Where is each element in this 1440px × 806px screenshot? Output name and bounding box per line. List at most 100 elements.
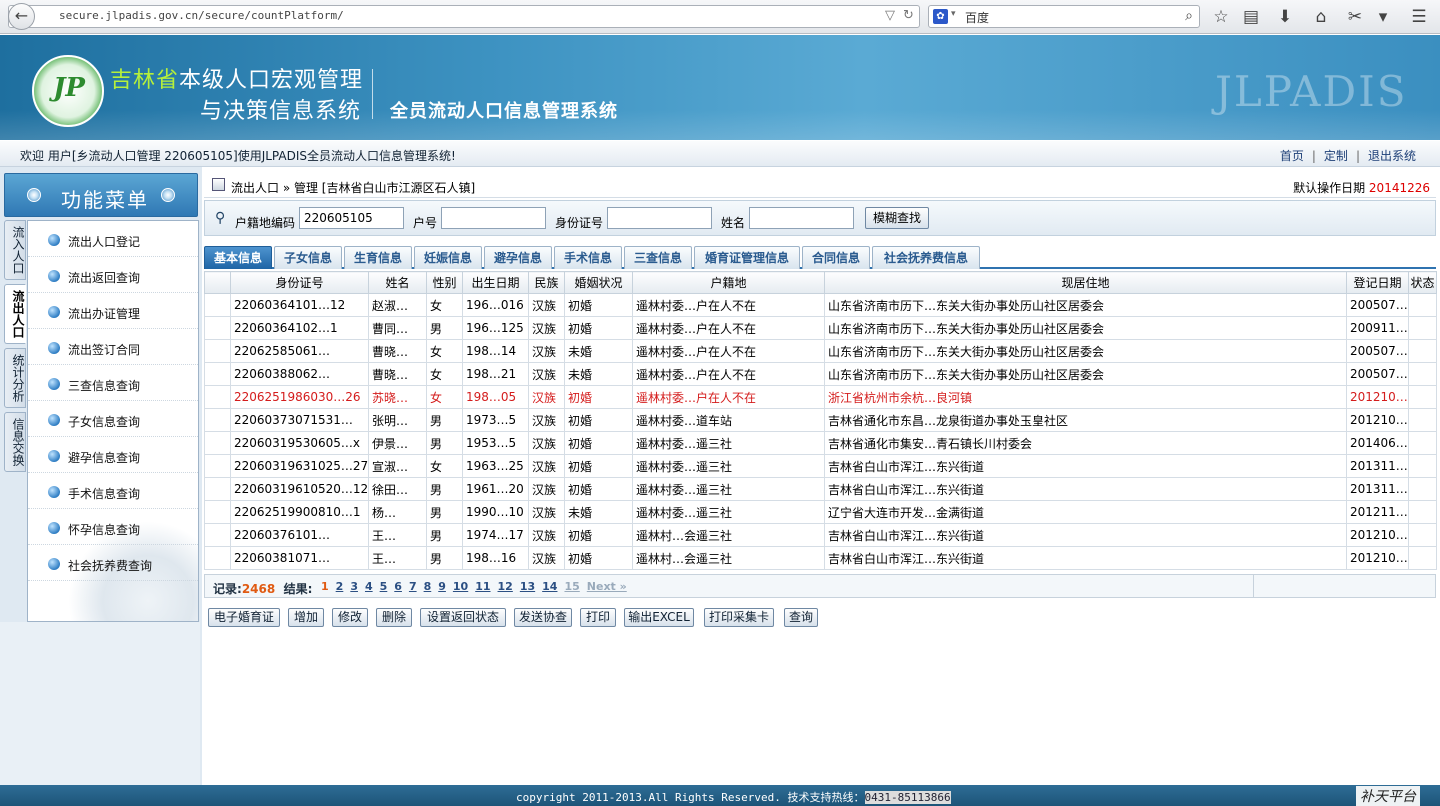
fuzzy-search-button[interactable]: 模糊查找 [865,207,929,229]
table-row[interactable]: 22060376101… 王… 男 1974…17 汉族 初婚 遥林村…会遥三社 吉林省白山市… [204,523,1437,547]
menu-item-social-fee[interactable]: 社会抚养费查询 [28,545,198,581]
tab-pregnancy-info[interactable]: 妊娠信息 [414,246,482,269]
customize-link[interactable]: 定制 [1324,149,1348,163]
column-header[interactable]: 现居住地 [824,271,1347,294]
page-link[interactable]: 3 [350,580,358,593]
column-header[interactable]: 登记日期 [1346,271,1409,294]
table-row[interactable]: 22062519900810…1 杨… 男 1990…10 汉族 未婚 遥林村委…遥三社 辽宁… [204,500,1437,524]
table-row[interactable]: 22062585061… 曹晓… 女 198…14 汉族 未婚 遥林村委…户在人不在 山东省济… [204,339,1437,363]
set-return-status-button[interactable]: 设置返回状态 [420,608,506,627]
column-header[interactable]: 姓名 [368,271,427,294]
page-link[interactable]: 2 [336,580,344,593]
tab-social-fee-info[interactable]: 社会抚养费信息 [872,246,980,269]
table-row[interactable]: 22060364102…1 曹同… 男 196…125 汉族 初婚 遥林村委…户在人不在 山东… [204,316,1437,340]
address-bar[interactable]: secure.jlpadis.gov.cn/secure/countPlatfo… [8,5,920,28]
star-icon[interactable]: ☆ [1210,6,1232,28]
reading-list-icon[interactable]: ▤ [1240,6,1262,28]
search-icon[interactable]: ⌕ [1185,8,1193,24]
sidebar-tab-statistics[interactable]: 统计分析 [4,348,26,408]
table-row[interactable]: 22060319631025…27 宣淑… 女 1963…25 汉族 初婚 遥林村委…遥三社… [204,454,1437,478]
reload-icon[interactable]: ↻ [903,8,914,23]
row-select-cell[interactable] [204,339,231,363]
next-page-link[interactable]: Next » [587,580,627,593]
column-header[interactable]: 户籍地 [632,271,825,294]
page-link[interactable]: 7 [409,580,417,593]
page-link[interactable]: 9 [438,580,446,593]
sidebar-tab-outflow[interactable]: 流出人口 [4,284,26,344]
e-certificate-button[interactable]: 电子婚育证 [208,608,280,627]
row-select-cell[interactable] [204,523,231,547]
row-select-cell[interactable] [204,431,231,455]
table-row[interactable]: 22060381071… 王… 男 198…16 汉族 初婚 遥林村…会遥三社 吉林省白山市浑… [204,546,1437,570]
table-row[interactable]: 22060319530605…x 伊景… 男 1953…5 汉族 初婚 遥林村委…遥三社 吉林… [204,431,1437,455]
baidu-paw-icon[interactable]: ✿ [933,9,948,24]
chevron-down-icon[interactable]: ▾ [1372,6,1394,28]
column-header[interactable]: 婚姻状况 [564,271,633,294]
menu-item-children[interactable]: 子女信息查询 [28,401,198,437]
menu-item-contract[interactable]: 流出签订合同 [28,329,198,365]
dropdown-arrow-icon[interactable]: ▽ [885,8,895,23]
delete-button[interactable]: 删除 [376,608,412,627]
print-button[interactable]: 打印 [580,608,616,627]
page-link[interactable]: 15 [564,580,579,593]
row-select-cell[interactable] [204,477,231,501]
page-link[interactable]: 12 [498,580,513,593]
table-row[interactable]: 22060319610520…12 徐田… 男 1961…20 汉族 初婚 遥林村委…遥三社… [204,477,1437,501]
page-link[interactable]: 1 [321,580,329,593]
send-assist-button[interactable]: 发送协查 [514,608,572,627]
page-link[interactable]: 4 [365,580,373,593]
edit-button[interactable]: 修改 [332,608,368,627]
page-link[interactable]: 5 [380,580,388,593]
menu-item-pregnancy[interactable]: 怀孕信息查询 [28,509,198,545]
menu-item-surgery[interactable]: 手术信息查询 [28,473,198,509]
column-header[interactable]: 性别 [426,271,463,294]
home-icon[interactable]: ⌂ [1310,6,1332,28]
logout-link[interactable]: 退出系统 [1368,149,1416,163]
page-link[interactable]: 11 [475,580,490,593]
household-input[interactable] [441,207,546,229]
menu-item-certificate[interactable]: 流出办证管理 [28,293,198,329]
search-box[interactable]: ✿ ▾ 百度 ⌕ [928,5,1200,28]
page-link[interactable]: 6 [394,580,402,593]
sidebar-tab-exchange[interactable]: 信息交换 [4,412,26,472]
page-link[interactable]: 13 [520,580,535,593]
column-header[interactable]: 身份证号 [230,271,369,294]
menu-item-outflow-register[interactable]: 流出人口登记 [28,221,198,257]
tab-three-checks-info[interactable]: 三查信息 [624,246,692,269]
menu-icon[interactable]: ☰ [1408,6,1430,28]
query-button[interactable]: 查询 [784,608,818,627]
tab-certificate-info[interactable]: 婚育证管理信息 [694,246,800,269]
menu-item-contraception[interactable]: 避孕信息查询 [28,437,198,473]
table-row[interactable]: 22060373071531… 张明… 男 1973…5 汉族 初婚 遥林村委…道车站 吉林省… [204,408,1437,432]
row-select-cell[interactable] [204,362,231,386]
print-card-button[interactable]: 打印采集卡 [704,608,774,627]
row-select-cell[interactable] [204,408,231,432]
chevron-down-icon[interactable]: ▾ [951,9,956,19]
tab-contraception-info[interactable]: 避孕信息 [484,246,552,269]
back-button[interactable]: ← [8,3,35,30]
name-input[interactable] [749,207,854,229]
table-row[interactable]: 22060388062… 曹晓… 女 198…21 汉族 未婚 遥林村委…户在人不在 山东省济… [204,362,1437,386]
tab-basic-info[interactable]: 基本信息 [204,246,272,269]
tab-children-info[interactable]: 子女信息 [274,246,342,269]
row-select-cell[interactable] [204,385,231,409]
sidebar-tab-inflow[interactable]: 流入人口 [4,220,26,280]
table-row[interactable]: 22060364101…12 赵淑… 女 196…016 汉族 初婚 遥林村委…户在人不在山… [204,293,1437,317]
id-input[interactable] [607,207,712,229]
tab-contract-info[interactable]: 合同信息 [802,246,870,269]
export-excel-button[interactable]: 输出EXCEL [624,608,694,627]
row-select-cell[interactable] [204,500,231,524]
row-select-cell[interactable] [204,316,231,340]
add-button[interactable]: 增加 [288,608,324,627]
home-link[interactable]: 首页 [1280,149,1304,163]
column-header[interactable]: 出生日期 [462,271,529,294]
row-select-cell[interactable] [204,546,231,570]
column-header[interactable]: 状态 [1408,271,1437,294]
tab-birth-info[interactable]: 生育信息 [344,246,412,269]
extension-icon[interactable]: ✂ [1344,6,1366,28]
row-select-cell[interactable] [204,293,231,317]
page-link[interactable]: 8 [424,580,432,593]
table-row[interactable]: 2206251986030…26 苏晓… 女 198…05 汉族 初婚 遥林村委…户在人不在… [204,385,1437,409]
download-icon[interactable]: ⬇ [1274,6,1296,28]
huji-code-input[interactable] [299,207,404,229]
